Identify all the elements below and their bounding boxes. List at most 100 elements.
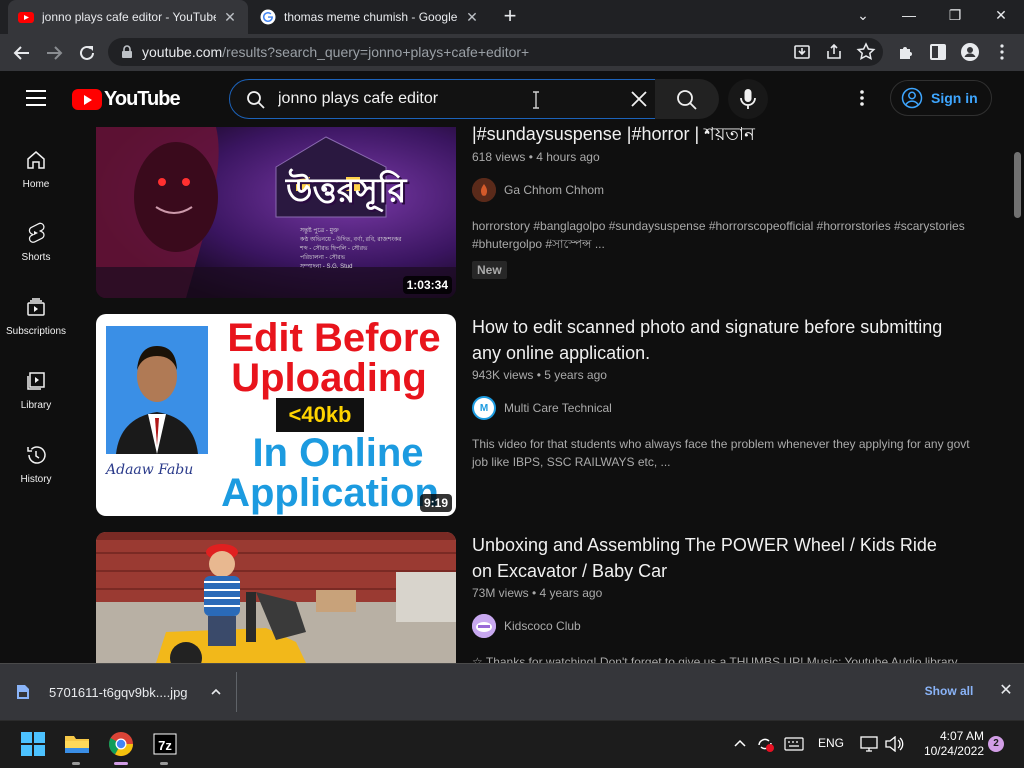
video-description: horrorstory #banglagolpo #sundaysuspense… xyxy=(472,219,965,251)
bookmark-star-icon[interactable] xyxy=(855,41,877,63)
home-icon xyxy=(27,151,45,169)
channel-link[interactable]: M Multi Care Technical xyxy=(472,396,612,420)
clear-search-icon[interactable] xyxy=(628,88,650,110)
video-duration: 9:19 xyxy=(419,494,452,512)
tab-title: jonno plays cafe editor - YouTube xyxy=(42,10,216,24)
notification-badge[interactable]: 2 xyxy=(988,736,1004,752)
sidebar-item-library[interactable]: Library xyxy=(0,370,72,411)
7zip-icon[interactable]: 7z xyxy=(149,728,181,760)
side-panel-icon[interactable] xyxy=(927,41,949,63)
download-item[interactable]: 5701611-t6gqv9bk....jpg xyxy=(16,680,236,704)
minimize-button[interactable]: — xyxy=(886,0,932,32)
show-all-button[interactable]: Show all xyxy=(916,678,982,704)
thumbnail-art xyxy=(96,532,456,663)
chevron-up-icon[interactable] xyxy=(210,686,222,698)
video-title[interactable]: |#sundaysuspense |#horror | শয়তান xyxy=(472,121,952,147)
tab-close-icon[interactable]: ✕ xyxy=(464,9,480,26)
lock-icon xyxy=(122,45,132,58)
youtube-logo-text: YouTube xyxy=(104,87,181,110)
chrome-icon[interactable] xyxy=(105,728,137,760)
sidebar-item-home[interactable]: Home xyxy=(0,149,72,190)
tab-title: thomas meme chumish - Google S xyxy=(284,10,458,24)
sidebar-item-label: Subscriptions xyxy=(5,326,67,337)
search-input[interactable] xyxy=(278,88,598,110)
thumbnail-text-application: Application xyxy=(221,471,439,515)
history-icon xyxy=(27,446,46,464)
system-clock[interactable]: 4:07 AM 10/24/2022 xyxy=(912,729,984,759)
keyboard-icon[interactable] xyxy=(784,737,804,751)
install-icon[interactable] xyxy=(791,41,813,63)
video-description: ☆ Thanks for watching! Don't forget to g… xyxy=(472,655,958,663)
profile-icon[interactable] xyxy=(959,41,981,63)
channel-avatar-icon xyxy=(472,178,496,202)
sync-alert-icon[interactable] xyxy=(755,735,775,753)
url-host: youtube.com xyxy=(142,44,223,60)
url-path: /results?search_query=jonno+plays+cafe+e… xyxy=(222,44,530,60)
share-icon[interactable] xyxy=(823,41,845,63)
tab-close-icon[interactable]: ✕ xyxy=(222,9,238,26)
divider xyxy=(236,672,237,712)
channel-name: Multi Care Technical xyxy=(504,401,612,415)
browser-menu-icon[interactable] xyxy=(991,41,1013,63)
scrollbar-thumb[interactable] xyxy=(1014,152,1021,218)
chevron-up-icon[interactable] xyxy=(733,737,747,751)
reload-icon[interactable] xyxy=(74,40,100,66)
close-download-bar-icon[interactable]: ✕ xyxy=(996,681,1016,701)
tab-search-icon[interactable]: ⌄ xyxy=(840,0,886,32)
forward-icon[interactable] xyxy=(41,40,67,66)
portrait-photo xyxy=(106,326,208,454)
voice-search-button[interactable] xyxy=(728,79,768,119)
video-thumbnail[interactable]: উত্তরসূরি সন্তুষ্ট পুত্রে - মুক্ত কণ্ঠ অ… xyxy=(96,127,456,298)
thumbnail-credit-line: সন্তুষ্ট পুত্রে - মুক্ত xyxy=(300,228,339,234)
channel-link[interactable]: Kidscoco Club xyxy=(472,614,581,638)
network-icon[interactable] xyxy=(860,736,878,752)
video-duration: 1:03:34 xyxy=(402,276,452,294)
tab-google[interactable]: thomas meme chumish - Google S ✕ xyxy=(250,0,490,34)
youtube-logo[interactable]: YouTube xyxy=(72,87,181,110)
extensions-icon[interactable] xyxy=(895,41,917,63)
channel-avatar: M xyxy=(472,396,496,420)
text-cursor-icon xyxy=(533,91,539,109)
sign-in-label: Sign in xyxy=(931,90,978,106)
back-icon[interactable] xyxy=(9,40,35,66)
sign-in-button[interactable]: Sign in xyxy=(890,80,992,116)
image-file-icon xyxy=(17,685,29,699)
settings-kebab-icon[interactable] xyxy=(852,88,872,108)
microphone-icon xyxy=(740,89,756,109)
thumbnail-text-online: In Online xyxy=(252,431,424,475)
volume-icon[interactable] xyxy=(884,736,904,752)
video-meta: 73M views • 4 years ago xyxy=(472,586,603,600)
language-indicator[interactable]: ENG xyxy=(818,736,844,750)
video-meta: 618 views • 4 hours ago xyxy=(472,150,600,164)
search-button[interactable] xyxy=(655,79,719,119)
sidebar-item-label: Shorts xyxy=(21,252,51,263)
thumbnail-credit-line: পরিচালনা - সৌরভ xyxy=(300,255,346,261)
thumbnail-text-uploading: Uploading xyxy=(231,356,427,400)
tab-youtube[interactable]: jonno plays cafe editor - YouTube ✕ xyxy=(8,0,248,34)
shorts-icon xyxy=(28,222,45,243)
google-favicon-icon xyxy=(260,9,276,25)
file-explorer-icon[interactable] xyxy=(61,728,93,760)
channel-avatar xyxy=(472,614,496,638)
thumbnail-credits: সন্তুষ্ট পুত্রে - মুক্ত কণ্ঠ অভিনয়ে - উ… xyxy=(300,227,401,272)
new-tab-button[interactable]: + xyxy=(498,5,522,29)
sidebar-item-history[interactable]: History xyxy=(0,444,72,485)
video-thumbnail[interactable]: Edit Before Uploading <40kb In Online Ap… xyxy=(96,314,456,516)
address-bar[interactable]: youtube.com/results?search_query=jonno+p… xyxy=(108,38,883,66)
windows-start-icon[interactable] xyxy=(17,728,49,760)
person-portrait-icon xyxy=(106,326,208,454)
restore-button[interactable]: ❐ xyxy=(932,0,978,32)
channel-link[interactable]: Ga Chhom Chhom xyxy=(472,178,604,202)
svg-text:7z: 7z xyxy=(158,738,172,753)
sidebar-item-subscriptions[interactable]: Subscriptions xyxy=(0,296,72,337)
video-title[interactable]: Unboxing and Assembling The POWER Wheel … xyxy=(472,532,952,584)
channel-name: Kidscoco Club xyxy=(504,619,581,633)
video-title[interactable]: How to edit scanned photo and signature … xyxy=(472,314,952,366)
sidebar-item-shorts[interactable]: Shorts xyxy=(0,222,72,263)
close-window-button[interactable]: ✕ xyxy=(978,0,1024,32)
video-thumbnail[interactable] xyxy=(96,532,456,663)
menu-hamburger-icon[interactable] xyxy=(26,90,46,106)
channel-name: Ga Chhom Chhom xyxy=(504,183,605,197)
youtube-play-icon xyxy=(72,88,102,110)
library-icon xyxy=(27,372,45,390)
